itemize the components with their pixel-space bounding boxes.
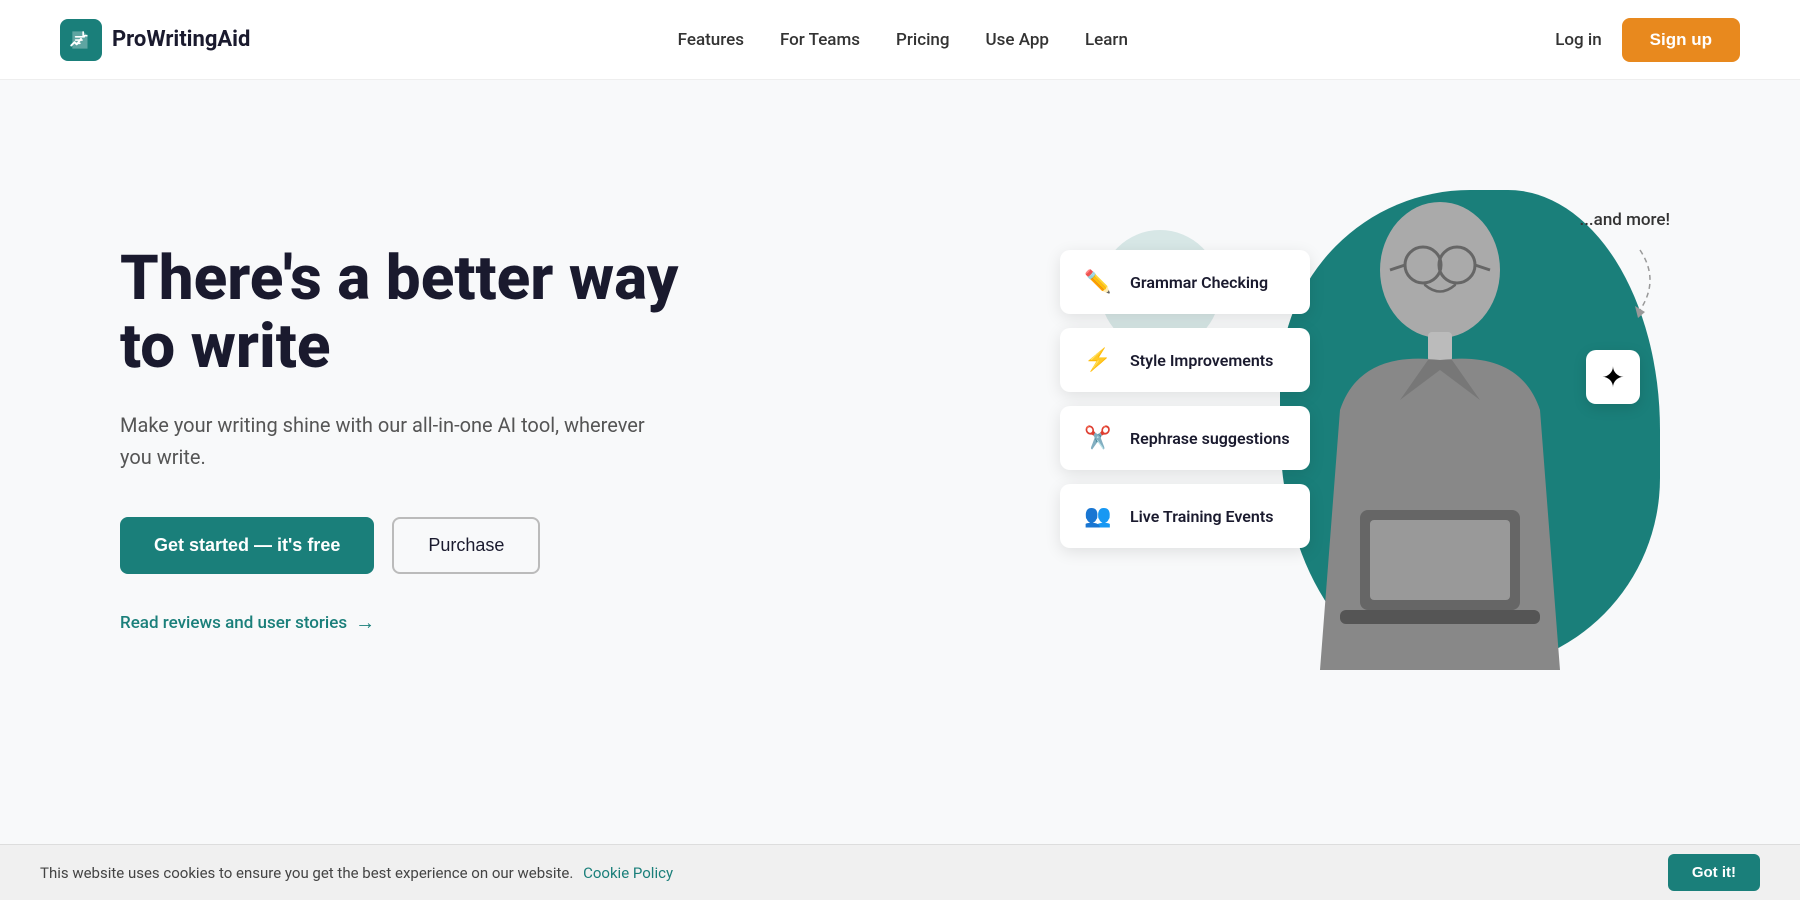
style-icon: ⚡ (1080, 342, 1116, 378)
nav-pricing[interactable]: Pricing (896, 30, 950, 50)
dashed-arrow-decoration (1580, 230, 1660, 330)
feature-card-style: ⚡ Style Improvements (1060, 328, 1310, 392)
nav-links: Features For Teams Pricing Use App Learn (678, 30, 1128, 50)
hero-right: ...and more! ✦ ✏️ Grammar Checking ⚡ Sty… (1060, 170, 1680, 710)
feature-cards: ✏️ Grammar Checking ⚡ Style Improvements… (1060, 250, 1310, 548)
rephrase-icon: ✂️ (1080, 420, 1116, 456)
nav-right: Log in Sign up (1555, 18, 1740, 62)
nav-for-teams[interactable]: For Teams (780, 30, 860, 50)
cookie-accept-button[interactable]: Got it! (1668, 854, 1760, 891)
hero-subtitle: Make your writing shine with our all-in-… (120, 409, 680, 473)
sparkle-icon: ✦ (1586, 350, 1640, 404)
logo-icon (60, 19, 102, 61)
login-link[interactable]: Log in (1555, 30, 1601, 50)
hero-left: There's a better way to write Make your … (120, 245, 680, 635)
logo[interactable]: ProWritingAid (60, 19, 250, 61)
signup-button[interactable]: Sign up (1622, 18, 1740, 62)
feature-card-rephrase: ✂️ Rephrase suggestions (1060, 406, 1310, 470)
feature-card-training: 👥 Live Training Events (1060, 484, 1310, 548)
purchase-button[interactable]: Purchase (392, 517, 540, 574)
hero-section: There's a better way to write Make your … (0, 80, 1800, 780)
hero-person-image (1280, 170, 1600, 680)
hero-title: There's a better way to write (120, 245, 680, 381)
cookie-bar: This website uses cookies to ensure you … (0, 844, 1800, 900)
feature-card-grammar: ✏️ Grammar Checking (1060, 250, 1310, 314)
cookie-text: This website uses cookies to ensure you … (40, 864, 673, 882)
nav-features[interactable]: Features (678, 30, 744, 50)
navbar: ProWritingAid Features For Teams Pricing… (0, 0, 1800, 80)
logo-text: ProWritingAid (112, 27, 250, 52)
cookie-policy-link[interactable]: Cookie Policy (583, 864, 673, 882)
and-more-label: ...and more! (1579, 210, 1670, 230)
nav-use-app[interactable]: Use App (986, 30, 1049, 50)
grammar-icon: ✏️ (1080, 264, 1116, 300)
hero-buttons: Get started — it's free Purchase (120, 517, 680, 574)
get-started-button[interactable]: Get started — it's free (120, 517, 374, 574)
training-icon: 👥 (1080, 498, 1116, 534)
arrow-icon: → (355, 610, 375, 635)
nav-learn[interactable]: Learn (1085, 30, 1128, 50)
reviews-link[interactable]: Read reviews and user stories → (120, 610, 680, 635)
